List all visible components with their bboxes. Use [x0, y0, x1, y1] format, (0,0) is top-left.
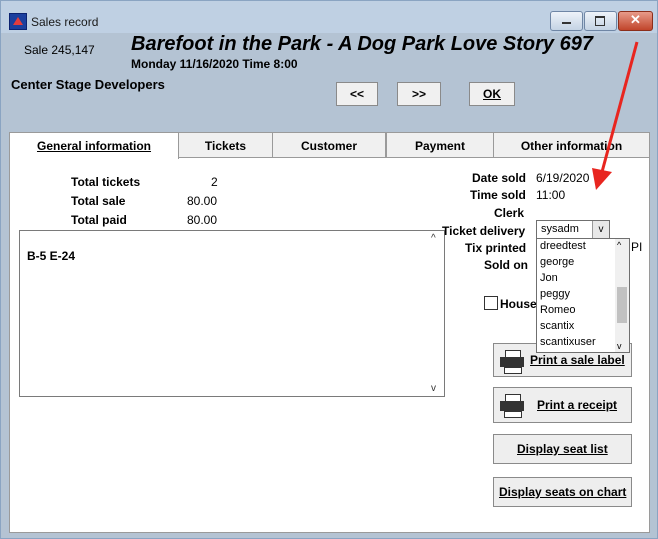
- scroll-up-icon[interactable]: ^: [431, 233, 436, 244]
- seats-text: B-5 E-24: [27, 249, 76, 263]
- memo-scrollbar[interactable]: ^ v: [428, 231, 444, 396]
- clerk-select[interactable]: sysadm v: [536, 220, 610, 239]
- clerk-option[interactable]: george: [540, 256, 574, 268]
- tab-payment[interactable]: Payment: [386, 132, 494, 159]
- total-paid-value: 80.00: [187, 213, 218, 227]
- tab-customer[interactable]: Customer: [272, 132, 386, 159]
- sold-on-label: Sold on: [484, 258, 528, 272]
- tab-tickets[interactable]: Tickets: [178, 132, 273, 159]
- print-receipt-button[interactable]: Print a receipt: [493, 387, 632, 423]
- sale-number: Sale 245,147: [24, 43, 95, 57]
- tab-label: Tickets: [204, 139, 247, 153]
- scrollbar-thumb[interactable]: [617, 287, 627, 323]
- maximize-button[interactable]: [584, 11, 617, 31]
- total-sale-value: 80.00: [187, 194, 218, 208]
- total-paid-label: Total paid: [71, 213, 127, 227]
- scroll-down-icon[interactable]: v: [431, 383, 436, 394]
- time-sold-value: 11:00: [536, 188, 566, 202]
- dropdown-scrollbar[interactable]: ^ v: [615, 239, 629, 352]
- button-label: Display seats on chart: [499, 485, 627, 499]
- clerk-option[interactable]: scantixuser: [540, 336, 596, 348]
- clerk-selected-value: sysadm: [541, 223, 579, 235]
- general-information-panel: Total tickets 2 Total sale 80.00 Total p…: [9, 157, 650, 533]
- tab-label: General information: [36, 139, 152, 153]
- printer-icon: [500, 394, 524, 418]
- clerk-option[interactable]: Romeo: [540, 304, 575, 316]
- button-label: Display seat list: [517, 442, 608, 456]
- minimize-icon: [562, 22, 571, 24]
- house-label: House: [500, 297, 537, 311]
- clerk-option[interactable]: peggy: [540, 288, 570, 300]
- date-sold-value: 6/19/2020: [536, 171, 590, 185]
- total-tickets-value: 2: [211, 175, 218, 189]
- clerk-dropdown-list: dreedtest george Jon peggy Romeo scantix…: [536, 238, 630, 353]
- next-record-button[interactable]: >>: [397, 82, 441, 106]
- clerk-option[interactable]: dreedtest: [540, 240, 586, 252]
- close-button[interactable]: ✕: [618, 11, 653, 31]
- tab-label: Customer: [300, 139, 357, 153]
- show-title: Barefoot in the Park - A Dog Park Love S…: [131, 33, 593, 55]
- house-checkbox[interactable]: [484, 296, 498, 310]
- close-icon: ✕: [630, 12, 641, 27]
- tab-other-information[interactable]: Other information: [493, 132, 650, 159]
- show-datetime: Monday 11/16/2020 Time 8:00: [131, 57, 298, 71]
- window-title: Sales record: [31, 15, 99, 29]
- printer-icon: [500, 350, 524, 374]
- button-label: Print a sale label: [530, 353, 625, 367]
- tab-control: General information Tickets Customer Pay…: [9, 132, 650, 533]
- tix-printed-label: Tix printed: [465, 241, 527, 255]
- app-logo-icon: [9, 13, 27, 30]
- display-seat-list-button[interactable]: Display seat list: [493, 434, 632, 464]
- chevron-down-icon[interactable]: v: [592, 221, 609, 238]
- title-bar: Sales record ✕: [1, 1, 657, 33]
- company-name: Center Stage Developers: [11, 77, 165, 92]
- clerk-option[interactable]: Jon: [540, 272, 558, 284]
- display-seats-on-chart-button[interactable]: Display seats on chart: [493, 477, 632, 507]
- previous-record-button[interactable]: <<: [336, 82, 378, 106]
- date-sold-label: Date sold: [472, 171, 527, 185]
- tab-label: Other information: [520, 139, 623, 153]
- maximize-icon: [595, 16, 605, 26]
- form-body: Sale 245,147 Barefoot in the Park - A Do…: [9, 33, 650, 533]
- tab-general-information[interactable]: General information: [9, 132, 179, 159]
- clerk-option[interactable]: scantix: [540, 320, 574, 332]
- minimize-button[interactable]: [550, 11, 583, 31]
- tab-label: Payment: [414, 139, 466, 153]
- seats-memo[interactable]: B-5 E-24 ^ v: [19, 230, 445, 397]
- ticket-delivery-label: Ticket delivery: [442, 224, 526, 238]
- clerk-label: Clerk: [494, 206, 525, 220]
- total-sale-label: Total sale: [71, 194, 126, 208]
- total-tickets-label: Total tickets: [71, 175, 141, 189]
- scroll-down-icon[interactable]: v: [617, 341, 622, 351]
- scroll-up-icon[interactable]: ^: [617, 240, 621, 250]
- ok-button[interactable]: OK: [469, 82, 515, 106]
- time-sold-label: Time sold: [470, 188, 526, 202]
- sales-record-window: Sales record ✕ Sale 245,147 Barefoot in …: [0, 0, 658, 539]
- button-label: Print a receipt: [537, 398, 618, 412]
